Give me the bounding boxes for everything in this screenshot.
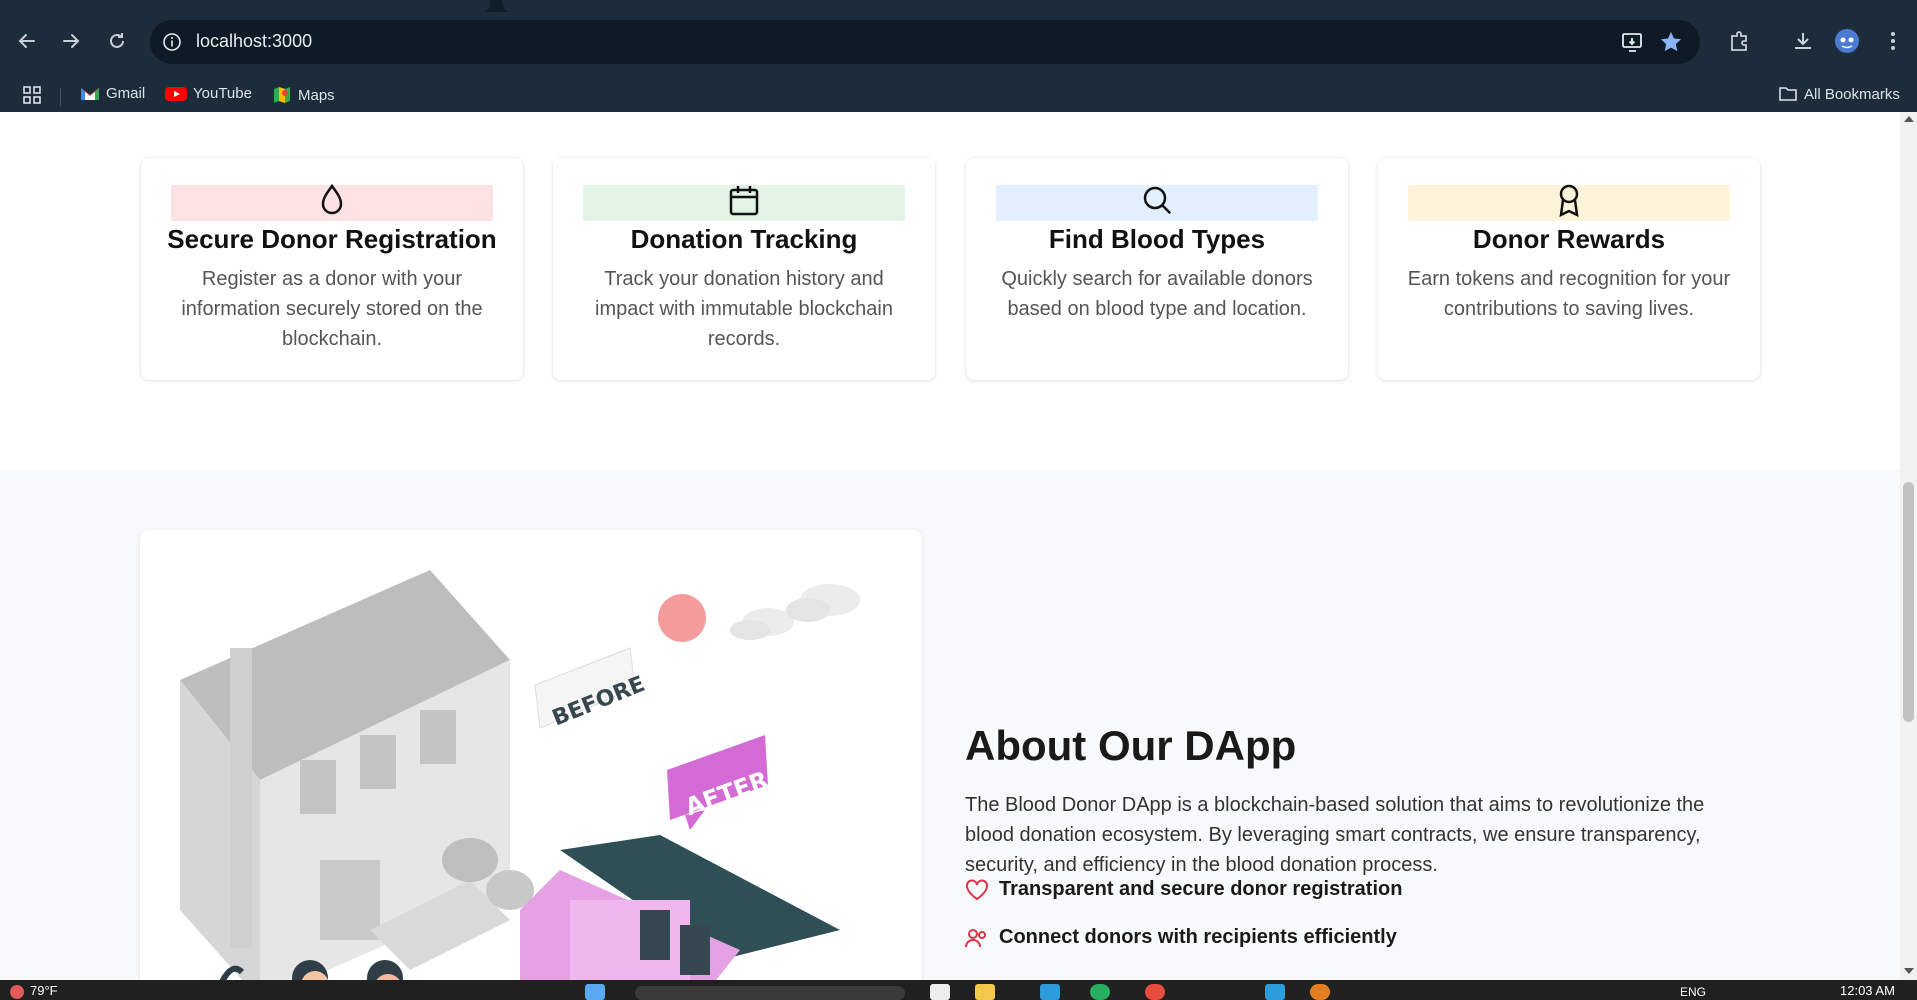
back-button[interactable] <box>12 26 42 56</box>
about-title: About Our DApp <box>965 722 1297 769</box>
feature-description: Register as a donor with your informatio… <box>181 268 483 350</box>
feature-title: Find Blood Types <box>1048 224 1266 254</box>
bookmark-gmail[interactable]: Gmail <box>80 85 145 102</box>
feature-card-find-blood: Find Blood Types Quickly search for avai… <box>966 158 1348 380</box>
puzzle-icon <box>1731 31 1747 51</box>
about-feature-item: Transparent and secure donor registratio… <box>965 878 1402 901</box>
folder-icon <box>1779 87 1797 101</box>
all-bookmarks-button[interactable]: All Bookmarks <box>1778 85 1900 103</box>
about-description: The Blood Donor DApp is a blockchain-bas… <box>965 794 1705 876</box>
apps-button[interactable] <box>22 85 42 105</box>
language-indicator[interactable]: ENG <box>1680 985 1706 999</box>
heart-icon <box>966 878 988 900</box>
site-info-icon[interactable] <box>162 32 182 52</box>
extensions-button[interactable] <box>1724 26 1754 56</box>
feature-card-registration: Secure Donor Registration Register as a … <box>141 158 523 380</box>
feature-description: Earn tokens and recognition for your con… <box>1407 268 1731 320</box>
feature-card-tracking: Donation Tracking Track your donation hi… <box>553 158 935 380</box>
feature-title: Donation Tracking <box>630 224 858 254</box>
bookmark-label: YouTube <box>193 85 252 102</box>
bookmark-label: Gmail <box>106 85 146 102</box>
install-app-icon[interactable] <box>1620 30 1646 54</box>
features-section: Secure Donor Registration Register as a … <box>0 112 1900 470</box>
youtube-icon <box>165 86 187 101</box>
weather-text[interactable]: 79°F <box>30 983 58 998</box>
address-bar[interactable]: localhost:3000 <box>150 20 1700 64</box>
feature-description: Quickly search for available donors base… <box>1001 268 1313 320</box>
tab-bar-area <box>502 0 1917 12</box>
downloads-button[interactable] <box>1788 26 1818 56</box>
about-feature-item: Connect donors with recipients efficient… <box>965 926 1397 949</box>
tab-strip <box>0 0 1917 12</box>
download-icon <box>1795 33 1811 49</box>
taskbar-app[interactable] <box>975 984 995 1000</box>
bookmark-youtube[interactable]: YouTube <box>165 85 252 102</box>
apps-grid-icon <box>23 86 41 104</box>
bookmark-star-icon[interactable] <box>1658 30 1684 54</box>
award-icon <box>1559 184 1579 218</box>
forward-arrow-icon <box>63 34 80 48</box>
taskbar-app[interactable] <box>1310 984 1330 1000</box>
profile-button[interactable] <box>1832 26 1862 56</box>
avatar <box>1835 29 1859 53</box>
calendar-icon <box>729 186 759 216</box>
scroll-up-icon[interactable] <box>1904 116 1914 122</box>
scroll-down-icon[interactable] <box>1904 968 1914 974</box>
clock[interactable]: 12:03 AM <box>1840 983 1895 998</box>
back-arrow-icon <box>18 34 35 48</box>
active-tab[interactable] <box>0 0 490 12</box>
taskbar-app[interactable] <box>1040 984 1060 1000</box>
users-icon <box>965 928 986 947</box>
maps-icon <box>274 87 290 103</box>
feature-description: Track your donation history and impact w… <box>595 268 893 350</box>
page-viewport: Secure Donor Registration Register as a … <box>0 112 1900 980</box>
browser-toolbar: localhost:3000 <box>0 12 1917 80</box>
drop-icon <box>321 183 343 215</box>
reload-icon <box>110 33 124 48</box>
feature-title: Secure Donor Registration <box>167 224 497 254</box>
taskbar-search[interactable] <box>635 986 905 1000</box>
about-feature-label: Connect donors with recipients efficient… <box>999 926 1397 948</box>
taskbar-app[interactable] <box>1145 984 1165 1000</box>
feature-card-rewards: Donor Rewards Earn tokens and recognitio… <box>1378 158 1760 380</box>
taskbar-app[interactable] <box>1265 984 1285 1000</box>
page-scrollbar[interactable] <box>1900 112 1917 980</box>
kebab-menu-icon <box>1891 32 1895 50</box>
feature-title: Donor Rewards <box>1472 224 1666 254</box>
bookmarks-bar: Gmail YouTube Maps All Bookmarks <box>0 80 1917 112</box>
browser-menu-button[interactable] <box>1878 26 1908 56</box>
forward-button[interactable] <box>56 26 86 56</box>
os-taskbar: 79°F ENG 12:03 AM <box>0 980 1917 1000</box>
house-illustration: BEFORE AFTER <box>180 570 860 980</box>
taskbar-app[interactable] <box>930 984 950 1000</box>
search-icon <box>1143 186 1171 214</box>
about-section: BEFORE AFTER About Our DApp The Blood Do… <box>0 470 1900 980</box>
all-bookmarks-label: All Bookmarks <box>1804 85 1900 103</box>
taskbar-app[interactable] <box>1090 984 1110 1000</box>
scrollbar-thumb[interactable] <box>1903 482 1914 722</box>
bookmark-maps[interactable]: Maps <box>272 85 335 105</box>
gmail-icon <box>81 87 99 100</box>
url-text[interactable]: localhost:3000 <box>196 31 312 52</box>
before-after-illustration: BEFORE AFTER <box>140 530 922 980</box>
weather-icon <box>10 985 24 999</box>
bookmarks-divider <box>60 88 61 106</box>
bookmark-label: Maps <box>298 86 335 104</box>
start-button[interactable] <box>585 984 605 1000</box>
about-feature-label: Transparent and secure donor registratio… <box>999 878 1403 900</box>
reload-button[interactable] <box>102 26 132 56</box>
